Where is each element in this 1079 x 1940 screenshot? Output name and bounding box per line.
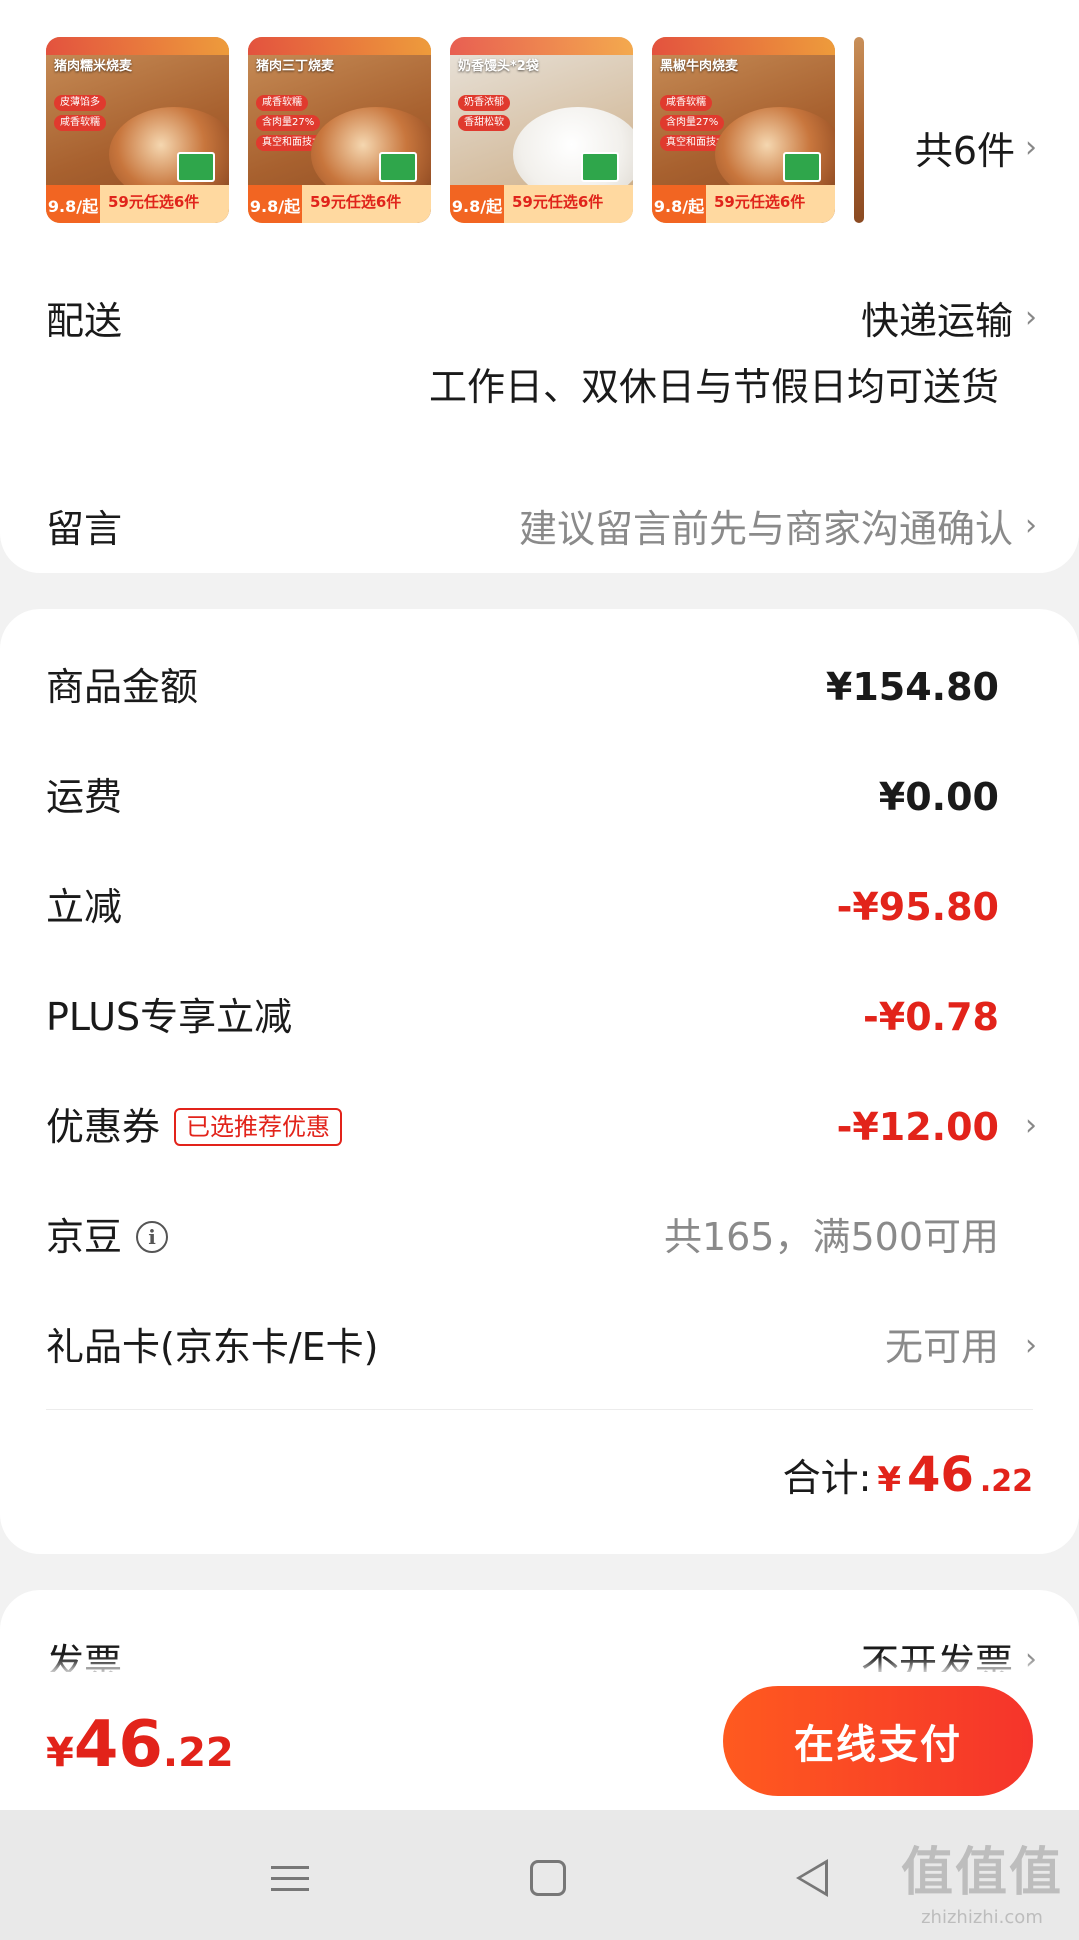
product-price: 9.8/起 — [46, 185, 100, 223]
product-title: 奶香馒头*2袋 — [458, 59, 539, 74]
price-breakdown-card: 商品金额 ¥154.80 运费 ¥0.00 立减 -¥95.80 PLUS专享立… — [0, 609, 1079, 1554]
plus-discount-label: PLUS专享立减 — [46, 995, 293, 1039]
product-promo: 59元任选6件 — [512, 193, 604, 211]
total-label: 合计: — [782, 1456, 872, 1500]
jingdou-value: 共165，满500可用 — [663, 1215, 999, 1259]
order-info-card: 猪肉糯米烧麦 皮薄馅多 咸香软糯 9.8/起 59元任选6件 猪肉三丁烧麦 咸香软… — [0, 0, 1079, 573]
product-price: 9.8/起 — [248, 185, 302, 223]
product-title: 猪肉三丁烧麦 — [256, 59, 335, 74]
payment-decimal: .22 — [162, 1730, 234, 1776]
gift-card-label: 礼品卡(京东卡/E卡) — [46, 1325, 379, 1369]
product-tag: 奶香浓郁 — [458, 95, 510, 111]
back-icon[interactable] — [782, 1850, 842, 1906]
remark-input[interactable]: 建议留言前先与商家沟通确认 › — [519, 498, 1037, 553]
watermark-text: 值值值 — [900, 1843, 1063, 1903]
divider — [46, 1409, 1033, 1410]
product-count-link[interactable]: 共6件 › — [915, 120, 1037, 175]
pay-online-button[interactable]: 在线支付 — [723, 1686, 1033, 1796]
payment-integer: 46 — [73, 1708, 163, 1782]
jingdou-label-group: 京豆 i — [46, 1207, 169, 1267]
product-count-label: 共6件 — [914, 129, 1015, 173]
discount-label: 立减 — [46, 885, 123, 929]
order-total: 合计: ¥ 46 .22 — [783, 1447, 1033, 1503]
product-promo: 59元任选6件 — [310, 193, 402, 211]
goods-amount-value: ¥154.80 — [825, 665, 999, 709]
gift-card-row[interactable]: 礼品卡(京东卡/E卡) 无可用 › — [0, 1317, 1079, 1377]
coupon-value: -¥12.00 — [836, 1105, 999, 1149]
remark-placeholder: 建议留言前先与商家沟通确认 — [518, 507, 1013, 551]
payment-amount: ¥ 46 .22 — [46, 1708, 234, 1782]
delivery-method-selector[interactable]: 快递运输 › — [861, 290, 1037, 345]
product-thumbnail-5[interactable] — [854, 37, 864, 223]
jingdou-row: 京豆 i 共165，满500可用 — [0, 1207, 1079, 1267]
goods-amount-label: 商品金额 — [46, 665, 199, 709]
info-icon[interactable]: i — [136, 1221, 169, 1253]
product-tag: 含肉量27% — [660, 115, 725, 131]
shipping-label: 运费 — [46, 775, 123, 819]
chevron-right-icon: › — [1025, 299, 1037, 335]
coupon-label: 优惠券 — [46, 1105, 161, 1149]
product-title: 猪肉糯米烧麦 — [54, 59, 133, 74]
product-thumbnail-3[interactable]: 奶香馒头*2袋 奶香浓郁 香甜松软 9.8/起 59元任选6件 — [450, 37, 633, 223]
coupon-recommended-badge: 已选推荐优惠 — [174, 1108, 343, 1146]
goods-amount-row: 商品金额 ¥154.80 — [0, 657, 1079, 717]
total-integer: 46 — [907, 1447, 974, 1503]
product-tag: 咸香软糯 — [660, 95, 712, 111]
coupon-label-group: 优惠券 已选推荐优惠 — [46, 1097, 343, 1157]
total-decimal: .22 — [979, 1464, 1033, 1499]
product-thumbnail-1[interactable]: 猪肉糯米烧麦 皮薄馅多 咸香软糯 9.8/起 59元任选6件 — [46, 37, 229, 223]
payment-currency: ¥ — [46, 1730, 74, 1776]
product-tag: 咸香软糯 — [256, 95, 308, 111]
gift-card-value: 无可用 — [884, 1325, 999, 1369]
plus-discount-row: PLUS专享立减 -¥0.78 — [0, 987, 1079, 1047]
chevron-right-icon: › — [1025, 1328, 1037, 1363]
menu-icon[interactable] — [260, 1850, 320, 1906]
total-currency: ¥ — [877, 1460, 902, 1500]
coupon-row[interactable]: 优惠券 已选推荐优惠 -¥12.00 › — [0, 1097, 1079, 1157]
delivery-method: 快递运输 — [860, 299, 1013, 343]
product-promo: 59元任选6件 — [108, 193, 200, 211]
watermark-logo: 值值值 zhizhizhi.com — [901, 1830, 1063, 1928]
payment-bar: ¥ 46 .22 在线支付 — [0, 1672, 1079, 1810]
delivery-note: 工作日、双休日与节假日均可送货 — [428, 365, 999, 409]
product-promo: 59元任选6件 — [714, 193, 806, 211]
shipping-value: ¥0.00 — [878, 775, 999, 819]
jingdou-label: 京豆 — [46, 1215, 123, 1259]
product-tag: 含肉量27% — [256, 115, 321, 131]
product-thumbnail-strip[interactable]: 猪肉糯米烧麦 皮薄馅多 咸香软糯 9.8/起 59元任选6件 猪肉三丁烧麦 咸香软… — [46, 37, 866, 223]
watermark-url: zhizhizhi.com — [921, 1907, 1043, 1928]
delivery-label: 配送 — [46, 299, 123, 343]
product-tag: 皮薄馅多 — [54, 95, 106, 111]
product-thumbnail-2[interactable]: 猪肉三丁烧麦 咸香软糯 含肉量27% 真空和面技术 9.8/起 59元任选6件 — [248, 37, 431, 223]
discount-row: 立减 -¥95.80 — [0, 877, 1079, 937]
chevron-right-icon: › — [1025, 1641, 1037, 1677]
product-price: 9.8/起 — [450, 185, 504, 223]
product-price: 9.8/起 — [652, 185, 706, 223]
product-thumbnail-4[interactable]: 黑椒牛肉烧麦 咸香软糯 含肉量27% 真空和面技术 9.8/起 59元任选6件 — [652, 37, 835, 223]
remark-label: 留言 — [46, 507, 123, 551]
product-tag: 咸香软糯 — [54, 115, 106, 131]
discount-value: -¥95.80 — [836, 885, 999, 929]
checkout-page: 猪肉糯米烧麦 皮薄馅多 咸香软糯 9.8/起 59元任选6件 猪肉三丁烧麦 咸香软… — [0, 0, 1079, 1940]
system-navigation-bar: 值值值 zhizhizhi.com — [0, 1810, 1079, 1940]
product-title: 黑椒牛肉烧麦 — [660, 59, 739, 74]
home-icon[interactable] — [518, 1850, 578, 1906]
chevron-right-icon: › — [1025, 1108, 1037, 1143]
product-tag: 香甜松软 — [458, 115, 510, 131]
chevron-right-icon: › — [1025, 507, 1037, 543]
chevron-right-icon: › — [1025, 129, 1037, 165]
plus-discount-value: -¥0.78 — [863, 995, 999, 1039]
shipping-row: 运费 ¥0.00 — [0, 767, 1079, 827]
